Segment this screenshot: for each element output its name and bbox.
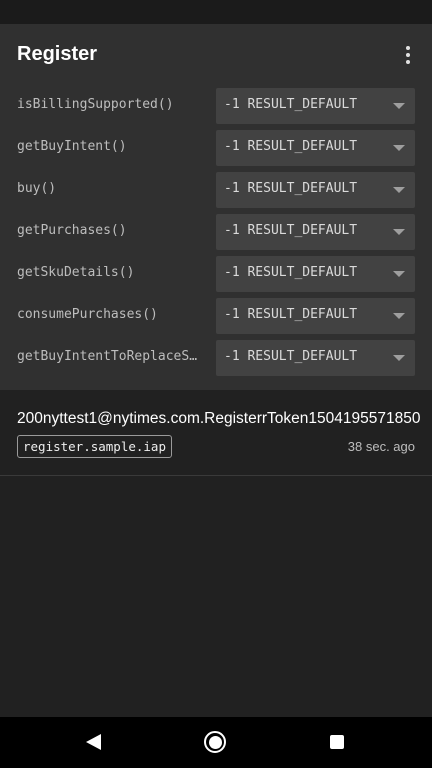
config-row-consume-purchases: consumePurchases() -1 RESULT_DEFAULT xyxy=(0,298,432,334)
purchase-list-item[interactable]: 200nyttest1@nytimes.com.RegisterrToken15… xyxy=(0,390,432,476)
result-select[interactable]: -1 RESULT_DEFAULT xyxy=(216,172,415,208)
purchase-time: 38 sec. ago xyxy=(347,439,415,454)
select-value: -1 RESULT_DEFAULT xyxy=(224,181,358,196)
method-label: consumePurchases() xyxy=(17,307,158,322)
status-bar xyxy=(0,0,432,24)
app-bar: Register xyxy=(0,24,432,86)
dropdown-arrow-icon xyxy=(393,187,405,193)
result-select[interactable]: -1 RESULT_DEFAULT xyxy=(216,256,415,292)
method-label: getBuyIntentToReplaceSkus() xyxy=(17,349,203,364)
select-value: -1 RESULT_DEFAULT xyxy=(224,307,358,322)
config-row-get-buy-intent: getBuyIntent() -1 RESULT_DEFAULT xyxy=(0,130,432,166)
select-value: -1 RESULT_DEFAULT xyxy=(224,265,358,280)
dropdown-arrow-icon xyxy=(393,145,405,151)
sku-chip: register.sample.iap xyxy=(17,435,172,458)
purchase-token: 200nyttest1@nytimes.com.RegisterrToken15… xyxy=(17,410,421,427)
result-select[interactable]: -1 RESULT_DEFAULT xyxy=(216,298,415,334)
method-label: buy() xyxy=(17,181,57,196)
config-row-get-sku-details: getSkuDetails() -1 RESULT_DEFAULT xyxy=(0,256,432,292)
home-circle-icon[interactable] xyxy=(204,731,226,753)
billing-config-panel: isBillingSupported() -1 RESULT_DEFAULT g… xyxy=(0,86,432,390)
method-label: getPurchases() xyxy=(17,223,127,238)
recents-square-icon[interactable] xyxy=(330,735,344,749)
back-triangle-icon[interactable] xyxy=(86,734,101,750)
select-value: -1 RESULT_DEFAULT xyxy=(224,223,358,238)
dropdown-arrow-icon xyxy=(393,355,405,361)
config-row-get-purchases: getPurchases() -1 RESULT_DEFAULT xyxy=(0,214,432,250)
result-select[interactable]: -1 RESULT_DEFAULT xyxy=(216,88,415,124)
result-select[interactable]: -1 RESULT_DEFAULT xyxy=(216,340,415,376)
dropdown-arrow-icon xyxy=(393,313,405,319)
method-label: getBuyIntent() xyxy=(17,139,127,154)
system-nav-bar xyxy=(0,717,432,768)
result-select[interactable]: -1 RESULT_DEFAULT xyxy=(216,214,415,250)
config-row-get-buy-intent-to-replace-skus: getBuyIntentToReplaceSkus() -1 RESULT_DE… xyxy=(0,340,432,376)
dropdown-arrow-icon xyxy=(393,271,405,277)
config-row-buy: buy() -1 RESULT_DEFAULT xyxy=(0,172,432,208)
config-row-is-billing-supported: isBillingSupported() -1 RESULT_DEFAULT xyxy=(0,88,432,124)
more-vert-icon[interactable] xyxy=(394,40,422,70)
method-label: isBillingSupported() xyxy=(17,97,174,112)
select-value: -1 RESULT_DEFAULT xyxy=(224,97,358,112)
page-title: Register xyxy=(17,43,98,65)
result-select[interactable]: -1 RESULT_DEFAULT xyxy=(216,130,415,166)
dropdown-arrow-icon xyxy=(393,103,405,109)
select-value: -1 RESULT_DEFAULT xyxy=(224,139,358,154)
dropdown-arrow-icon xyxy=(393,229,405,235)
select-value: -1 RESULT_DEFAULT xyxy=(224,349,358,364)
method-label: getSkuDetails() xyxy=(17,265,135,280)
